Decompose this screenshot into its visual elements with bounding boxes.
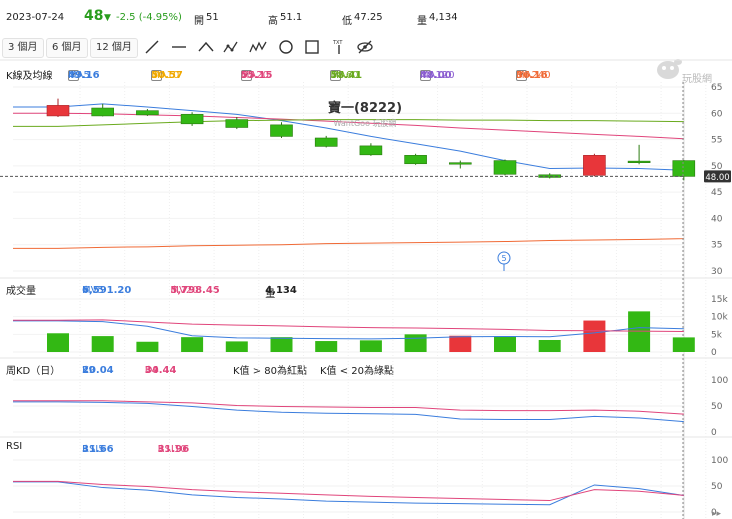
y-tick-label: 0 bbox=[711, 348, 717, 358]
volume-bar bbox=[672, 337, 695, 352]
stock-name-watermark: 寶一(8222) bbox=[328, 100, 402, 116]
y-tick-label: 60 bbox=[711, 109, 723, 119]
candle-body bbox=[583, 155, 606, 176]
candle-body bbox=[627, 160, 651, 164]
stock-chart: 48.005 303540455055606515k10k5k005010005… bbox=[0, 59, 732, 519]
volume-bar bbox=[315, 341, 338, 352]
volume-plot bbox=[13, 311, 695, 352]
candle-body bbox=[225, 119, 249, 128]
candle-body bbox=[404, 155, 427, 165]
site-watermark: WantGoo 玩股網 bbox=[333, 118, 396, 128]
y-tick-label: 0 bbox=[711, 428, 717, 438]
volume-bar bbox=[136, 341, 159, 352]
y-tick-label: 50 bbox=[711, 162, 723, 172]
volume-bar bbox=[270, 337, 293, 352]
volume-bar bbox=[359, 340, 382, 352]
y-tick-label: 35 bbox=[711, 241, 722, 251]
ma-line-ma240 bbox=[13, 238, 684, 249]
price-plot: 48.00 5 bbox=[0, 82, 731, 519]
y-tick-label: 65 bbox=[711, 83, 722, 93]
candle-body bbox=[91, 107, 114, 117]
y-tick-label: 100 bbox=[711, 456, 728, 466]
volume-bar bbox=[47, 333, 69, 352]
y-tick-label: 30 bbox=[711, 267, 723, 277]
y-tick-label: 50 bbox=[711, 482, 723, 492]
volume-bar bbox=[404, 334, 427, 352]
volume-bar bbox=[583, 320, 606, 352]
y-tick-label: 40 bbox=[711, 214, 723, 224]
y-tick-label: 50 bbox=[711, 402, 723, 412]
volume-bar bbox=[225, 341, 248, 352]
y-tick-label: 10k bbox=[711, 313, 728, 323]
y-tick-label: 100 bbox=[711, 376, 728, 386]
volume-bar bbox=[91, 336, 114, 352]
candle-body bbox=[270, 124, 293, 137]
candle-body bbox=[672, 160, 696, 177]
axis-labels: 303540455055606515k10k5k0050100050100▸▸ bbox=[711, 83, 728, 519]
y-tick-label: 55 bbox=[711, 136, 722, 146]
y-tick-label: 45 bbox=[711, 188, 722, 198]
last-price-tag-label: 48.00 bbox=[705, 173, 729, 183]
candle-body bbox=[359, 145, 383, 156]
volume-bar bbox=[494, 336, 516, 352]
event-marker-label: 5 bbox=[501, 254, 506, 263]
scroll-end-icon[interactable]: ▸▸ bbox=[712, 509, 722, 519]
candle-body bbox=[448, 162, 472, 165]
candle-body bbox=[46, 105, 70, 117]
candle-body bbox=[136, 110, 159, 116]
grid-lines bbox=[0, 59, 732, 519]
candle-body bbox=[180, 114, 204, 125]
y-tick-label: 15k bbox=[711, 295, 728, 305]
volume-bar bbox=[449, 335, 472, 352]
candle-body bbox=[314, 137, 338, 147]
volume-bar bbox=[538, 339, 561, 352]
candle-body bbox=[493, 160, 517, 175]
volume-bar bbox=[181, 337, 204, 352]
y-tick-label: 5k bbox=[711, 330, 723, 340]
